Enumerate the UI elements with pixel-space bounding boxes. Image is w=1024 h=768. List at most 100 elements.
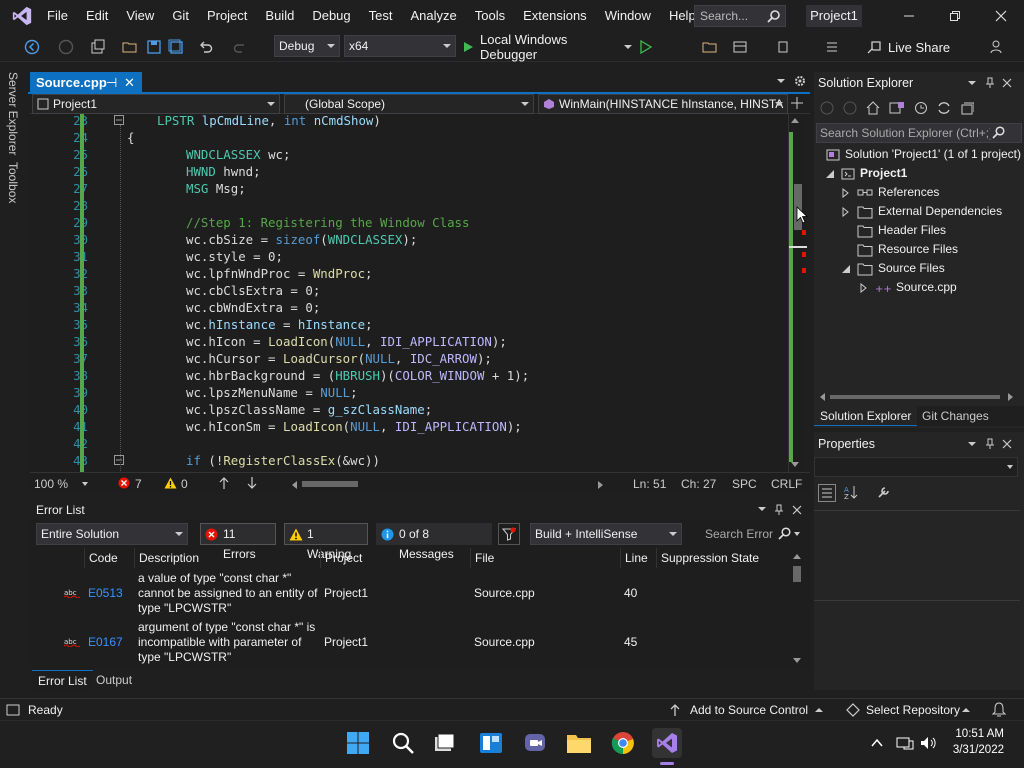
save-icon[interactable] [144,36,164,58]
tree-item-references[interactable]: References [842,183,939,202]
code-line[interactable]: 39wc.lpszMenuName = NULL; [30,385,788,402]
tree-item-resource-files[interactable]: Resource Files [842,240,958,259]
solution-search-input[interactable]: Search Solution Explorer (Ctrl+;) [820,126,993,140]
editor-vertical-scrollbar[interactable] [788,114,807,472]
code-line[interactable]: 25WNDCLASSEX wc; [30,147,788,164]
code-line[interactable]: 35wc.hInstance = hInstance; [30,317,788,334]
code-line[interactable]: 28 [30,198,788,215]
menu-analyze[interactable]: Analyze [401,0,465,32]
categorized-icon[interactable] [818,484,836,502]
collapsed-arrow-icon[interactable] [842,187,852,198]
navigate-forward-icon[interactable] [56,36,76,58]
collapsed-arrow-icon[interactable] [860,282,870,293]
save-all-icon[interactable] [166,36,186,58]
code-editor[interactable]: 23LPSTR lpCmdLine, int nCmdShow)24{25WND… [30,114,788,472]
code-line[interactable]: 42 [30,436,788,453]
breakpoint-icon[interactable] [774,36,794,58]
menu-window[interactable]: Window [596,0,660,32]
expanded-arrow-icon[interactable] [842,264,852,273]
code-line[interactable]: 41wc.hIconSm = LoadIcon(NULL, IDI_APPLIC… [30,419,788,436]
navigate-back-icon[interactable] [22,36,42,58]
column-header-project[interactable]: Project [320,548,470,568]
system-clock[interactable]: 10:51 AM 3/31/2022 [944,726,1004,758]
tab-git-changes[interactable]: Git Changes [916,406,995,426]
pin-icon[interactable]: ⊣ [106,72,117,94]
configuration-dropdown[interactable]: Debug [274,35,340,57]
switch-views-icon[interactable] [889,101,905,115]
code-line[interactable]: 32wc.lpfnWndProc = WndProc; [30,266,788,283]
solution-name-badge[interactable]: Project1 [806,5,862,27]
code-line[interactable]: 36wc.hIcon = LoadIcon(NULL, IDI_APPLICAT… [30,334,788,351]
tab-source-cpp[interactable]: Source.cpp ⊣ ✕ [30,72,142,94]
alphabetical-icon[interactable]: AZ [844,484,858,502]
minimize-button[interactable] [886,0,932,32]
visual-studio-logo-icon[interactable] [6,0,38,32]
code-line[interactable]: 40wc.lpszClassName = g_szClassName; [30,402,788,419]
column-header-line[interactable]: Line [620,548,656,568]
menu-git[interactable]: Git [163,0,198,32]
task-view-icon[interactable] [429,728,459,758]
chevron-up-icon[interactable] [962,708,970,712]
menu-file[interactable]: File [38,0,77,32]
split-icon[interactable] [790,96,804,110]
sync-icon[interactable] [937,101,951,115]
chevron-down-icon[interactable] [968,79,976,87]
home-icon[interactable] [866,101,880,115]
layout-icon[interactable] [730,36,750,58]
table-row[interactable]: abc E0167 argument of type "const char *" … [30,618,790,666]
build-filter-dropdown[interactable]: Build + IntelliSense [530,523,682,545]
column-header-description[interactable]: Description [134,548,320,568]
column-header-code[interactable]: Code [84,548,134,568]
tree-item-source-cpp[interactable]: ++ Source.cpp [860,278,957,297]
member-nav-dropdown[interactable]: WinMain(HINSTANCE hInstance, HINSTA [538,94,788,114]
menu-build[interactable]: Build [256,0,303,32]
code-line[interactable]: 38wc.hbrBackground = (HBRUSH)(COLOR_WIND… [30,368,788,385]
menu-project[interactable]: Project [198,0,256,32]
redo-icon[interactable] [230,36,250,58]
start-without-debugging-icon[interactable] [636,36,656,58]
horizontal-scroll-thumb[interactable] [302,481,358,487]
collapsed-arrow-icon[interactable] [842,206,852,217]
tree-item-solution-project1-1-of-1-project[interactable]: Solution 'Project1' (1 of 1 project) [826,145,1022,164]
error-count[interactable]: 7 [135,477,142,491]
project-nav-dropdown[interactable]: Project1 [32,94,280,114]
code-line[interactable]: 37wc.hCursor = LoadCursor(NULL, IDC_ARRO… [30,351,788,368]
tree-item-source-files[interactable]: Source Files [842,259,945,278]
forward-icon[interactable] [843,101,857,115]
chrome-icon[interactable] [608,728,638,758]
code-line[interactable]: 34wc.cbWndExtra = 0; [30,300,788,317]
search-input[interactable]: Search... [700,9,748,23]
tree-item-project1[interactable]: Project1 [826,164,907,183]
tab-output[interactable]: Output [90,670,138,690]
tab-solution-explorer[interactable]: Solution Explorer [814,406,918,426]
close-panel-icon[interactable] [1002,78,1012,88]
menu-view[interactable]: View [117,0,163,32]
collapse-icon[interactable] [114,115,124,125]
collapse-all-icon[interactable] [960,101,974,115]
line-ending-indicator[interactable]: CRLF [771,477,802,491]
search-box[interactable]: Search... [694,5,786,27]
live-share-button[interactable]: Live Share [866,36,966,58]
code-line[interactable]: 43if (!RegisterClassEx(&wc)) [30,453,788,470]
taskbar-search-icon[interactable] [388,728,418,758]
error-count-icon[interactable] [118,477,130,489]
code-line[interactable]: 30wc.cbSize = sizeof(WNDCLASSEX); [30,232,788,249]
teams-chat-icon[interactable] [520,728,550,758]
toolbox-tab[interactable]: Toolbox [6,162,20,203]
pin-icon[interactable] [985,438,995,450]
menu-test[interactable]: Test [360,0,402,32]
undo-icon[interactable] [196,36,216,58]
errors-filter-button[interactable]: 11 Errors [200,523,276,561]
feedback-icon[interactable] [986,36,1006,58]
tree-item-header-files[interactable]: Header Files [842,221,946,240]
close-panel-icon[interactable] [1002,439,1012,449]
solution-search-box[interactable]: Search Solution Explorer (Ctrl+;) [816,123,1022,143]
error-code[interactable]: E0167 [88,618,134,666]
menu-edit[interactable]: Edit [77,0,117,32]
property-pages-icon[interactable] [876,484,892,502]
filter-button[interactable] [498,523,520,545]
back-icon[interactable] [820,101,834,115]
column-indicator[interactable]: Ch: 27 [681,477,716,491]
whitespace-indicator[interactable]: SPC [732,477,757,491]
chevron-down-icon[interactable] [758,505,766,513]
